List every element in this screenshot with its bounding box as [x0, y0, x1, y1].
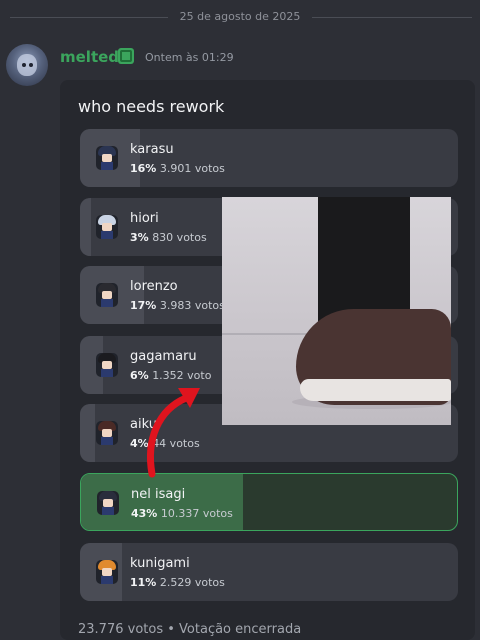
- poll-option-label: nel isagi: [131, 487, 186, 502]
- avatar-eye-left: [22, 63, 26, 67]
- divider-line-right: [312, 17, 472, 18]
- poll-option-votes: 44 votos: [152, 437, 200, 450]
- role-badge-icon: [118, 48, 134, 64]
- character-avatar-icon: [96, 353, 118, 377]
- poll-option-label: gagamaru: [130, 349, 197, 364]
- poll-option-percent: 6%: [130, 369, 149, 382]
- avatar-face: [17, 54, 37, 76]
- poll-option-fill: [80, 198, 92, 256]
- poll-option-kunigami[interactable]: kunigami 11% 2.529 votos: [80, 543, 458, 601]
- poll-option-stats: 11% 2.529 votos: [130, 576, 225, 589]
- poll-option-stats: 3% 830 votos: [130, 231, 207, 244]
- poll-option-stats: 16% 3.901 votos: [130, 162, 225, 175]
- date-divider-label: 25 de agosto de 2025: [179, 10, 301, 23]
- poll-option-percent: 11%: [130, 576, 157, 589]
- character-avatar-icon: [96, 146, 118, 170]
- overlay-image: [222, 197, 451, 425]
- poll-total-votes: 23.776 votos: [78, 622, 164, 637]
- poll-option-karasu[interactable]: karasu 16% 3.901 votos: [80, 129, 458, 187]
- poll-option-label: hiori: [130, 211, 159, 226]
- poll-option-votes: 3.983 votos: [159, 299, 225, 312]
- user-avatar[interactable]: [6, 44, 48, 86]
- avatar-eye-right: [29, 63, 33, 67]
- poll-option-stats: 43% 10.337 votos: [131, 507, 233, 520]
- character-avatar-icon: [96, 215, 118, 239]
- poll-question: who needs rework: [78, 97, 225, 116]
- shoe-sole-shape: [300, 379, 451, 401]
- poll-option-nel-isagi[interactable]: nel isagi 43% 10.337 votos: [80, 473, 458, 531]
- character-avatar-icon: [97, 491, 119, 515]
- poll-option-percent: 3%: [130, 231, 149, 244]
- poll-option-percent: 43%: [131, 507, 158, 520]
- poll-option-percent: 16%: [130, 162, 157, 175]
- character-avatar-icon: [96, 283, 118, 307]
- poll-option-stats: 6% 1.352 voto: [130, 369, 211, 382]
- poll-footer: 23.776 votos • Votação encerrada: [78, 622, 301, 637]
- poll-option-stats: 4% 44 votos: [130, 437, 200, 450]
- username[interactable]: melted: [60, 48, 119, 66]
- poll-option-votes: 3.901 votos: [159, 162, 225, 175]
- character-avatar-icon: [96, 560, 118, 584]
- poll-option-label: aiku: [130, 417, 157, 432]
- poll-option-votes: 830 votos: [152, 231, 207, 244]
- poll-option-votes: 10.337 votos: [160, 507, 233, 520]
- poll-option-label: kunigami: [130, 556, 190, 571]
- poll-option-votes: 1.352 voto: [152, 369, 212, 382]
- poll-option-fill: [80, 404, 96, 462]
- poll-option-votes: 2.529 votos: [159, 576, 225, 589]
- poll-option-percent: 4%: [130, 437, 149, 450]
- poll-option-label: lorenzo: [130, 279, 178, 294]
- poll-footer-separator: •: [167, 622, 175, 637]
- poll-option-percent: 17%: [130, 299, 157, 312]
- poll-option-label: karasu: [130, 142, 174, 157]
- message-timestamp: Ontem às 01:29: [145, 51, 234, 64]
- character-avatar-icon: [96, 421, 118, 445]
- divider-line-left: [10, 17, 168, 18]
- poll-status: Votação encerrada: [179, 622, 302, 637]
- date-divider: 25 de agosto de 2025: [0, 6, 480, 28]
- poll-option-stats: 17% 3.983 votos: [130, 299, 225, 312]
